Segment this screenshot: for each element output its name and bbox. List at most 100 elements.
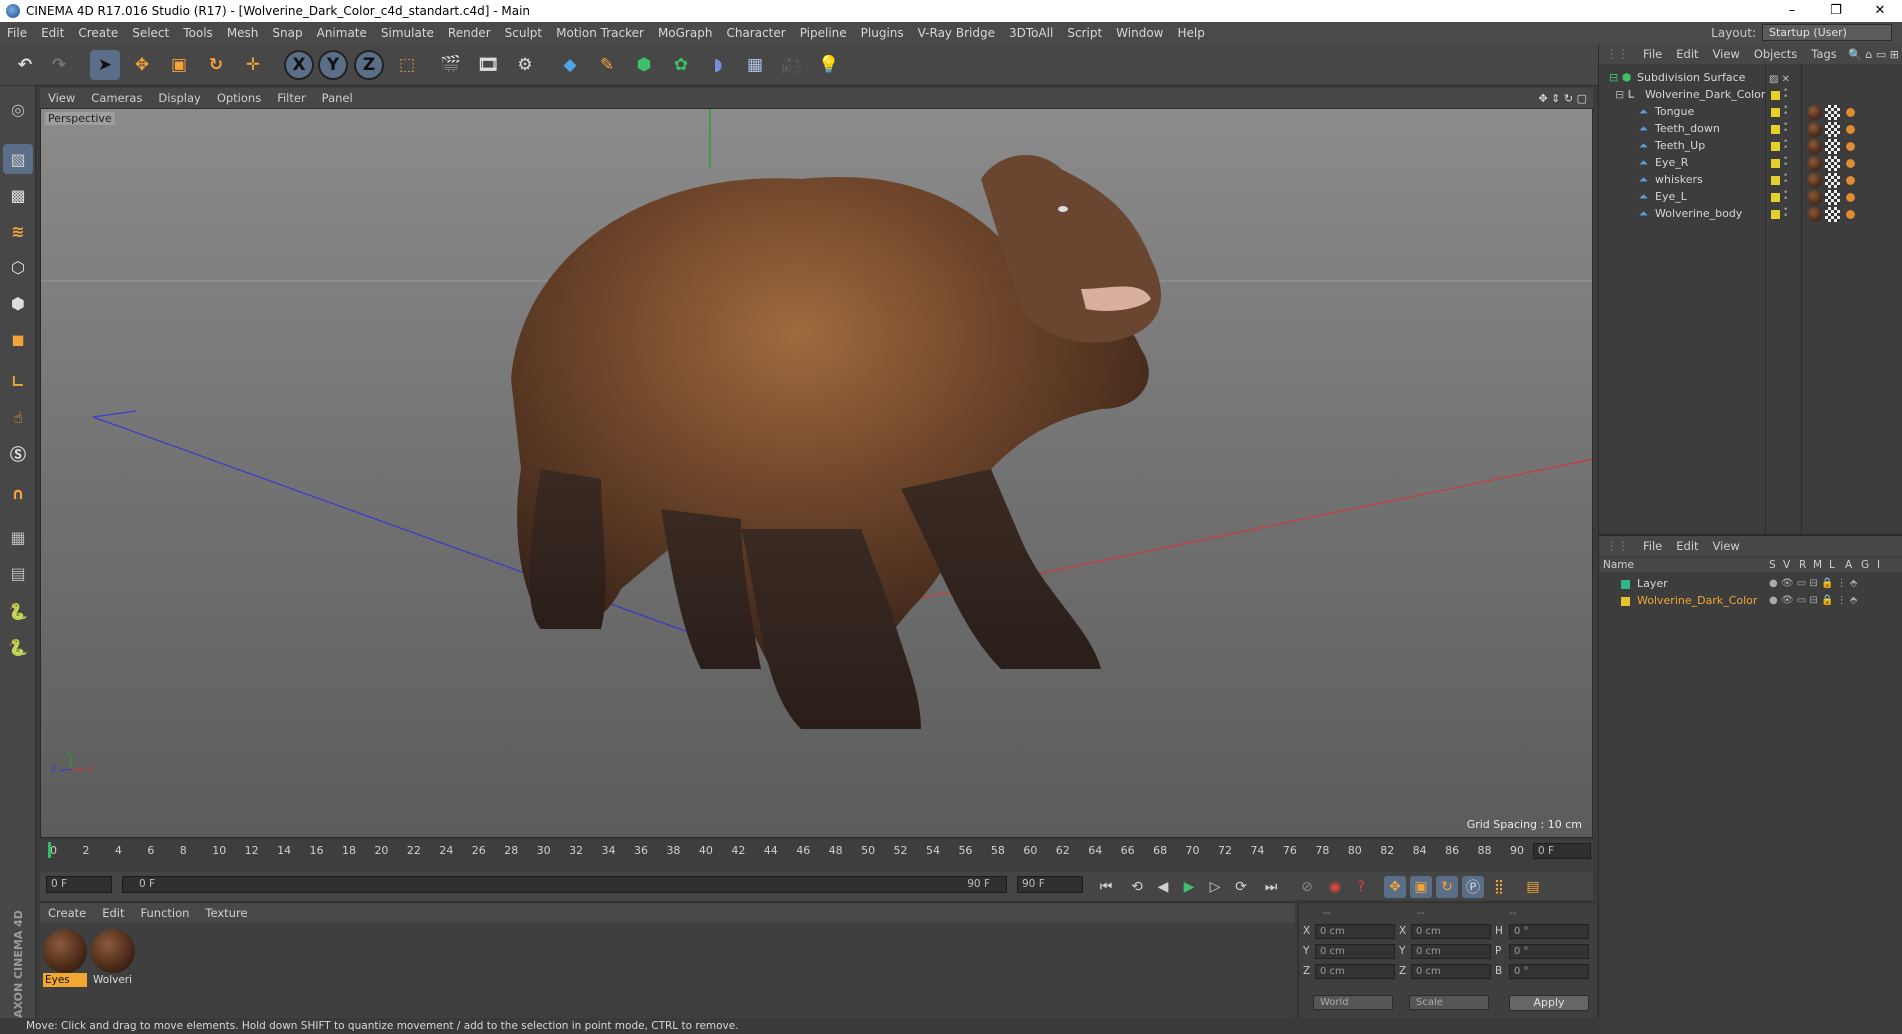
size-z-field[interactable]: 0 cm xyxy=(1411,964,1491,979)
next-frame-icon[interactable]: ▷ xyxy=(1204,876,1226,898)
object-menu-edit[interactable]: Edit xyxy=(1669,47,1705,61)
layer-color-swatch[interactable] xyxy=(1771,142,1780,151)
phong-tag-icon[interactable] xyxy=(1843,122,1858,137)
viewport-menu-options[interactable]: Options xyxy=(209,91,269,105)
phong-tag-icon[interactable] xyxy=(1843,156,1858,171)
phong-tag-icon[interactable] xyxy=(1843,190,1858,205)
material-tag-icon[interactable] xyxy=(1807,122,1822,137)
key-rotation-icon[interactable]: ↻ xyxy=(1436,876,1458,898)
material-tag-icon[interactable] xyxy=(1807,207,1822,222)
visibility-dots[interactable]: • • xyxy=(1783,138,1788,153)
object-menu-tags[interactable]: Tags xyxy=(1804,47,1843,61)
material-eyes[interactable]: Eyes xyxy=(43,929,87,987)
subdivision-surface-icon[interactable]: ⬢ xyxy=(629,50,659,80)
menu-sculpt[interactable]: Sculpt xyxy=(498,26,549,40)
col-generators[interactable]: G xyxy=(1861,558,1869,572)
uvw-tag-icon[interactable] xyxy=(1825,139,1840,154)
material-tag-icon[interactable] xyxy=(1807,139,1822,154)
select-arrow-icon[interactable]: ➤ xyxy=(90,50,120,80)
uvw-tag-icon[interactable] xyxy=(1825,156,1840,171)
col-view[interactable]: V xyxy=(1783,558,1790,572)
layer-color-swatch[interactable] xyxy=(1771,108,1780,117)
key-scale-icon[interactable]: ▣ xyxy=(1410,876,1432,898)
light-icon[interactable]: 💡 xyxy=(814,50,844,80)
menu-help[interactable]: Help xyxy=(1170,26,1211,40)
viewport-menu-display[interactable]: Display xyxy=(150,91,208,105)
edit-render-settings-icon[interactable]: ⚙ xyxy=(510,50,540,80)
menu-3dtoall[interactable]: 3DToAll xyxy=(1002,26,1060,40)
viewport-menu-cameras[interactable]: Cameras xyxy=(83,91,150,105)
play-icon[interactable]: ▶ xyxy=(1178,876,1200,898)
menu-pipeline[interactable]: Pipeline xyxy=(793,26,854,40)
y-axis-lock-button[interactable]: Y xyxy=(318,50,348,80)
viewport-menu-panel[interactable]: Panel xyxy=(314,91,361,105)
layer-color-swatch[interactable] xyxy=(1771,210,1780,219)
floor-icon[interactable]: ▦ xyxy=(740,50,770,80)
size-mode-select[interactable]: Scale xyxy=(1409,995,1489,1010)
uvw-tag-icon[interactable] xyxy=(1825,207,1840,222)
phong-tag-icon[interactable] xyxy=(1843,207,1858,222)
key-pla-icon[interactable]: ⣿ xyxy=(1488,876,1510,898)
uvw-tag-icon[interactable] xyxy=(1825,190,1840,205)
col-solo[interactable]: S xyxy=(1769,558,1776,572)
size-x-field[interactable]: 0 cm xyxy=(1411,924,1491,939)
layer-color-swatch[interactable] xyxy=(1621,580,1630,589)
cube-primitive-icon[interactable]: ◆ xyxy=(555,50,585,80)
viewport-menu-filter[interactable]: Filter xyxy=(269,91,313,105)
end-frame-field[interactable]: 90 F xyxy=(1017,876,1083,893)
object-row[interactable]: ⏶ Wolverine_body • • xyxy=(1599,204,1902,224)
material-tag-icon[interactable] xyxy=(1807,190,1822,205)
layer-menu-file[interactable]: File xyxy=(1636,539,1669,553)
visibility-dots[interactable]: • • xyxy=(1783,104,1788,119)
size-y-field[interactable]: 0 cm xyxy=(1411,944,1491,959)
phong-tag-icon[interactable] xyxy=(1843,105,1858,120)
layer-toggle-icons[interactable]: ● 👁 ▭ ⊟ 🔒 ⋮ ⬘ xyxy=(1769,576,1857,592)
col-render[interactable]: R xyxy=(1799,558,1806,572)
layer-menu-view[interactable]: View xyxy=(1706,539,1747,553)
timeline-window-icon[interactable]: ▤ xyxy=(1522,876,1544,898)
previous-key-icon[interactable]: ⟲ xyxy=(1126,876,1148,898)
layer-row[interactable]: Wolverine_Dark_Color ● 👁 ▭ ⊟ 🔒 ⋮ ⬘ xyxy=(1599,593,1902,609)
material-menu-create[interactable]: Create xyxy=(40,906,94,920)
rot-h-field[interactable]: 0 ° xyxy=(1509,924,1589,939)
grid-snap-icon[interactable]: ▤ xyxy=(3,558,33,588)
rot-b-field[interactable]: 0 ° xyxy=(1509,964,1589,979)
apply-button[interactable]: Apply xyxy=(1509,995,1589,1011)
layer-menu-edit[interactable]: Edit xyxy=(1669,539,1705,553)
layer-color-swatch[interactable] xyxy=(1771,193,1780,202)
visibility-dots[interactable]: • • xyxy=(1783,121,1788,136)
layer-row[interactable]: Layer ● 👁 ▭ ⊟ 🔒 ⋮ ⬘ xyxy=(1599,576,1902,592)
menu-vray-bridge[interactable]: V-Ray Bridge xyxy=(911,26,1002,40)
spline-pen-icon[interactable]: ✎ xyxy=(592,50,622,80)
object-menu-view[interactable]: View xyxy=(1706,47,1747,61)
visibility-dots[interactable]: • • xyxy=(1783,87,1788,102)
menu-animate[interactable]: Animate xyxy=(310,26,374,40)
frame-ruler[interactable]: 0 2 4 6 8 10 12 14 16 18 20 22 24 26 28 30 32 34 36 38 40 42 4… xyxy=(50,842,1530,860)
timeline-ruler[interactable]: 0 2 4 6 8 10 12 14 16 18 20 22 24 26 28 30 32 34 36 38 40 42 4… xyxy=(40,840,1593,874)
menu-snap[interactable]: Snap xyxy=(265,26,309,40)
menu-script[interactable]: Script xyxy=(1060,26,1109,40)
texture-mode-icon[interactable]: ▩ xyxy=(3,180,33,210)
keyframe-icon[interactable]: ⊘ xyxy=(1296,876,1318,898)
material-tag-icon[interactable] xyxy=(1807,156,1822,171)
make-editable-icon[interactable]: ◎ xyxy=(3,94,33,124)
cloner-icon[interactable]: ✿ xyxy=(666,50,696,80)
workplane-icon[interactable]: ≋ xyxy=(3,216,33,246)
tweak-mode-icon[interactable]: ☝ xyxy=(3,402,33,432)
snap-icon[interactable]: Ⓢ xyxy=(3,438,33,468)
points-mode-icon[interactable]: ⬡ xyxy=(3,252,33,282)
key-position-icon[interactable]: ✥ xyxy=(1384,876,1406,898)
col-locked[interactable]: L xyxy=(1829,558,1835,572)
menu-simulate[interactable]: Simulate xyxy=(374,26,441,40)
material-wolverine[interactable]: Wolveri xyxy=(91,929,135,987)
menu-mograph[interactable]: MoGraph xyxy=(651,26,720,40)
undo-icon[interactable]: ↶ xyxy=(10,50,40,80)
menu-tools[interactable]: Tools xyxy=(176,26,220,40)
material-tag-icon[interactable] xyxy=(1807,173,1822,188)
col-name[interactable]: Name xyxy=(1603,558,1634,572)
visibility-dots[interactable]: • • xyxy=(1783,172,1788,187)
visibility-dots[interactable]: • • xyxy=(1783,206,1788,221)
scale-tool-icon[interactable]: ▣ xyxy=(164,50,194,80)
layer-color-swatch[interactable] xyxy=(1771,125,1780,134)
uvw-tag-icon[interactable] xyxy=(1825,173,1840,188)
